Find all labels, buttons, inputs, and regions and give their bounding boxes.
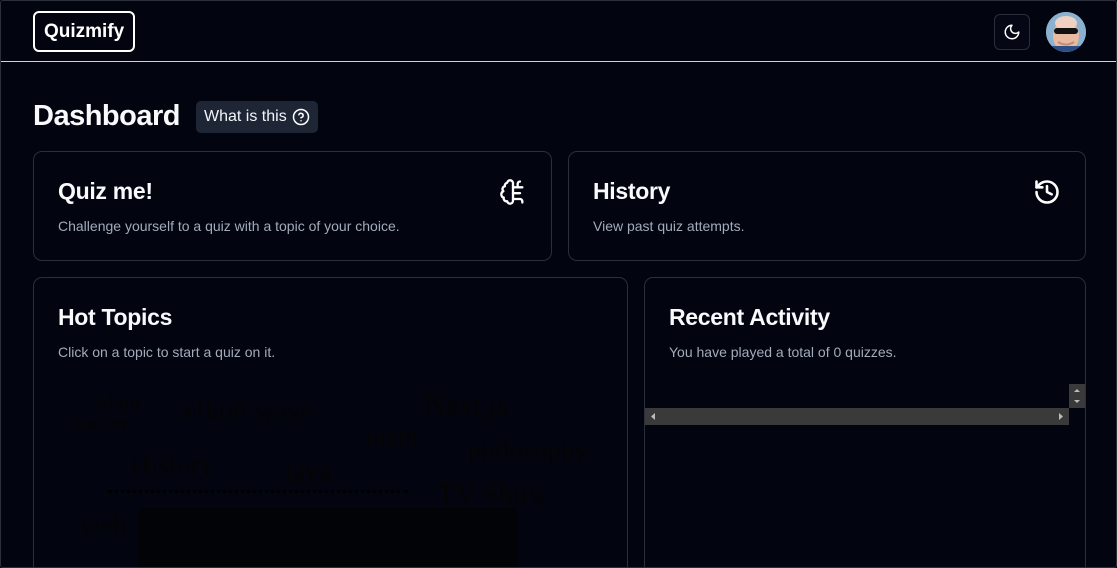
vertical-scrollbar[interactable]: [1069, 384, 1085, 408]
quiz-me-description: Challenge yourself to a quiz with a topi…: [58, 218, 400, 234]
logo-link[interactable]: Quizmify: [33, 11, 136, 52]
theme-toggle-button[interactable]: [994, 14, 1030, 50]
topic-word[interactable]: elliott wave: [185, 396, 312, 427]
recent-activity-card: Recent Activity You have played a total …: [644, 277, 1086, 567]
recent-activity-title: Recent Activity: [669, 304, 830, 330]
topic-word[interactable]: philosophy: [468, 436, 588, 467]
history-description: View past quiz attempts.: [593, 218, 745, 234]
topic-word[interactable]: soccer: [73, 410, 129, 436]
hot-topics-description: Click on a topic to start a quiz on it.: [58, 344, 276, 360]
navbar: Quizmify: [1, 1, 1116, 62]
recent-activity-scroll-area[interactable]: [645, 384, 1085, 426]
topic-word[interactable]: java: [284, 456, 332, 489]
app-window: Quizmify Dashboard What is this Quiz me!…: [0, 0, 1117, 568]
hot-topics-title: Hot Topics: [58, 304, 173, 330]
avatar[interactable]: [1046, 12, 1086, 52]
word-cloud-clutter: [108, 490, 538, 567]
question-circle-icon: [292, 108, 309, 126]
moon-icon: [1004, 24, 1020, 40]
what-is-this-label: What is this: [204, 108, 287, 125]
topic-word[interactable]: Next.js: [425, 390, 508, 423]
quiz-me-card[interactable]: Quiz me! Challenge yourself to a quiz wi…: [33, 151, 552, 261]
page-title: Dashboard: [33, 100, 180, 132]
hot-topics-card: Hot Topics Click on a topic to start a q…: [33, 277, 628, 567]
horizontal-scrollbar[interactable]: [645, 408, 1069, 425]
history-title: History: [593, 178, 671, 204]
recent-activity-description: You have played a total of 0 quizzes.: [669, 344, 897, 360]
history-icon: [1033, 178, 1061, 211]
history-card[interactable]: History View past quiz attempts.: [568, 151, 1086, 261]
quiz-me-title: Quiz me!: [58, 178, 153, 204]
topic-word[interactable]: math: [366, 423, 418, 453]
brain-circuit-icon: [499, 178, 527, 211]
what-is-this-button[interactable]: What is this: [196, 101, 318, 133]
topic-word[interactable]: History: [130, 450, 214, 482]
word-cloud: islam soccer elliott wave Next.js math p…: [68, 378, 627, 567]
